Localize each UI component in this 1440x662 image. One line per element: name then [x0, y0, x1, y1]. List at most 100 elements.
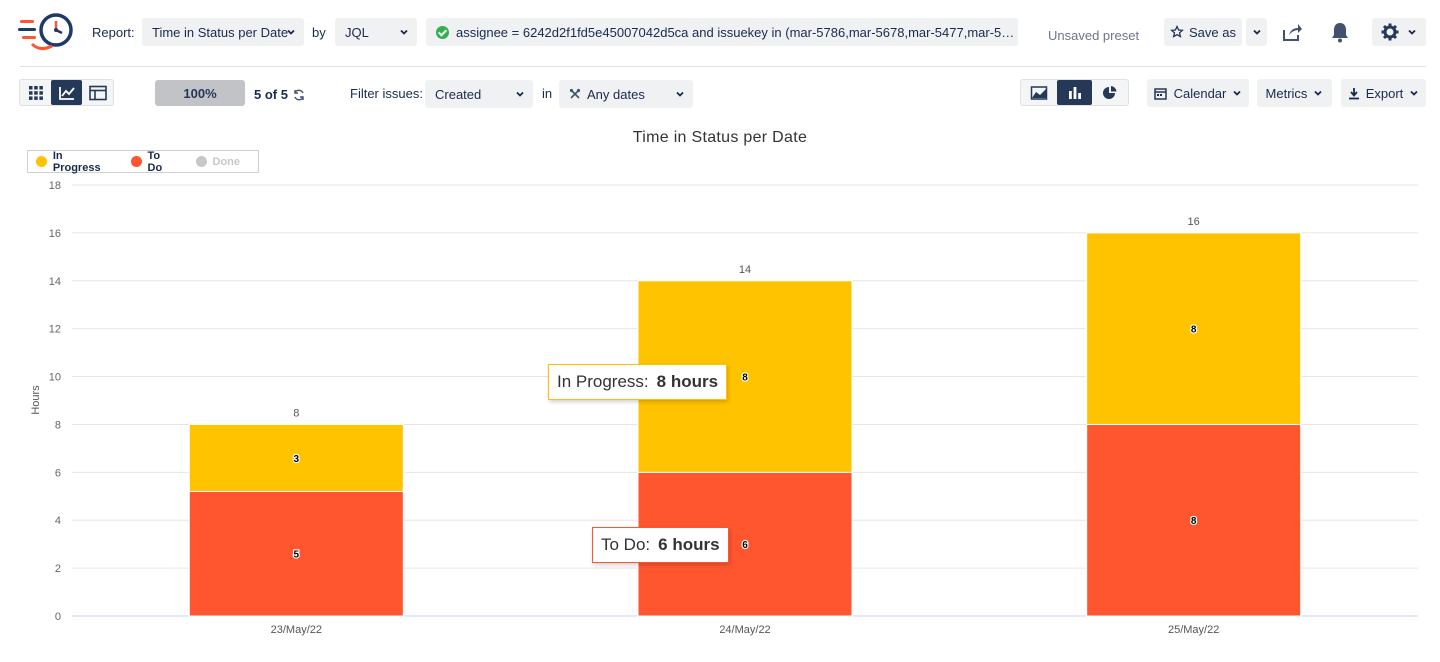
grid-icon — [28, 85, 43, 100]
gear-icon — [1381, 23, 1399, 41]
chart-title: Time in Status per Date — [632, 129, 808, 146]
bar-data-label: 5 — [294, 550, 300, 561]
y-tick-label: 12 — [49, 324, 61, 336]
share-button[interactable] — [1278, 18, 1306, 46]
metrics-dropdown[interactable]: Metrics — [1257, 79, 1332, 107]
grid-view-button[interactable] — [20, 80, 51, 105]
table-icon — [88, 85, 107, 100]
bar-data-label: 8 — [742, 373, 748, 384]
calendar-icon — [1153, 87, 1167, 100]
y-tick-label: 4 — [55, 515, 61, 527]
download-icon — [1348, 87, 1359, 99]
issue-count: 5 of 5 — [254, 87, 306, 102]
x-tick-label: 23/May/22 — [271, 624, 322, 636]
line-chart-icon — [58, 86, 75, 100]
stacked-bar-chart: 0 2 4 6 8 10 12 14 16 18 5 3 8 6 8 14 8 8 16 23/May/22 24/… — [30, 180, 1418, 636]
load-progress: 100% — [155, 80, 245, 106]
header-divider — [20, 66, 1426, 67]
bar-data-label: 8 — [1191, 325, 1197, 336]
report-label: Report: — [92, 25, 135, 40]
share-icon — [1283, 24, 1302, 41]
source-value: JQL — [345, 24, 369, 40]
legend-label: Done — [212, 155, 241, 168]
y-tick-label: 16 — [49, 228, 61, 240]
chevron-down-icon — [1314, 90, 1323, 96]
chart-type-switcher — [1020, 79, 1129, 106]
chevron-down-icon — [1252, 29, 1261, 35]
chart-view-button[interactable] — [51, 80, 82, 105]
y-axis-label: Hours — [30, 385, 42, 415]
issue-count-value: 5 of 5 — [254, 87, 288, 102]
tooltip-value: 6 hours — [658, 535, 720, 554]
y-tick-label: 10 — [49, 372, 61, 384]
bar-chart-icon — [1068, 86, 1081, 99]
y-tick-label: 18 — [49, 180, 61, 192]
bar-total-label: 16 — [1188, 216, 1200, 228]
bar-data-label: 3 — [294, 454, 300, 465]
area-chart-icon — [1030, 85, 1048, 100]
app-logo[interactable] — [18, 10, 76, 54]
metrics-label: Metrics — [1265, 85, 1308, 101]
tooltip-series: In Progress: — [557, 372, 649, 391]
tooltip-to-do: To Do: 6 hours — [592, 527, 729, 563]
tools-icon — [569, 88, 581, 99]
legend-swatch — [195, 156, 207, 167]
filter-field-value: Created — [435, 86, 482, 102]
jql-query-text: assignee = 6242d2f1fd5e45007042d5ca and … — [456, 24, 1016, 40]
bar-chart-button[interactable] — [1056, 80, 1093, 105]
y-tick-label: 2 — [55, 563, 61, 575]
chevron-down-icon — [1408, 29, 1416, 35]
y-tick-label: 0 — [55, 611, 61, 623]
report-type-dropdown[interactable]: Time in Status per Date — [142, 18, 304, 46]
by-label: by — [312, 25, 326, 40]
tooltip-value: 8 hours — [656, 372, 719, 391]
x-tick-label: 24/May/22 — [719, 624, 770, 636]
area-chart-button[interactable] — [1021, 80, 1057, 105]
save-options-button[interactable] — [1246, 18, 1267, 46]
date-range-dropdown[interactable]: Any dates — [559, 80, 693, 108]
date-range-value: Any dates — [587, 86, 645, 102]
bar-data-label: 8 — [1191, 516, 1197, 527]
tooltip-in-progress: In Progress: 8 hours — [548, 364, 728, 400]
chevron-down-icon — [676, 91, 684, 97]
legend-swatch — [36, 156, 47, 167]
notifications-button[interactable] — [1326, 18, 1354, 46]
save-as-button[interactable]: Save as — [1164, 18, 1242, 46]
bar-total-label: 14 — [739, 264, 751, 276]
bar-data-label: 6 — [742, 540, 748, 551]
calendar-label: Calendar — [1173, 85, 1227, 101]
save-as-label: Save as — [1189, 24, 1236, 40]
table-view-button[interactable] — [82, 80, 113, 105]
calendar-dropdown[interactable]: Calendar — [1147, 79, 1249, 107]
y-tick-label: 8 — [55, 419, 61, 431]
star-icon — [1170, 25, 1184, 38]
export-label: Export — [1365, 85, 1404, 101]
tooltip-series: To Do: — [601, 535, 651, 554]
export-dropdown[interactable]: Export — [1341, 79, 1426, 107]
valid-check-icon — [436, 25, 449, 39]
chevron-down-icon — [516, 91, 524, 97]
report-type-value: Time in Status per Date — [152, 24, 289, 40]
y-tick-label: 14 — [49, 276, 61, 288]
legend-item-done[interactable]: Done — [195, 155, 241, 168]
x-tick-label: 25/May/22 — [1168, 624, 1219, 636]
legend-swatch — [130, 156, 142, 167]
pie-chart-icon — [1103, 85, 1117, 99]
bar-total-label: 8 — [293, 407, 299, 419]
view-switcher — [19, 79, 114, 106]
filter-issues-label: Filter issues: — [350, 86, 423, 101]
settings-button[interactable] — [1372, 18, 1426, 46]
in-label: in — [542, 86, 553, 101]
y-tick-label: 6 — [55, 467, 61, 479]
chevron-down-icon — [400, 29, 408, 35]
bell-icon — [1332, 23, 1348, 43]
chevron-down-icon — [1233, 90, 1242, 96]
chevron-down-icon — [1410, 90, 1418, 96]
preset-status: Unsaved preset — [1048, 28, 1140, 43]
refresh-icon[interactable] — [292, 88, 306, 102]
filter-field-dropdown[interactable]: Created — [425, 80, 533, 108]
pie-chart-button[interactable] — [1092, 80, 1128, 105]
jql-query-input[interactable]: assignee = 6242d2f1fd5e45007042d5ca and … — [426, 18, 1018, 46]
source-dropdown[interactable]: JQL — [335, 18, 417, 46]
chevron-down-icon — [287, 29, 295, 35]
